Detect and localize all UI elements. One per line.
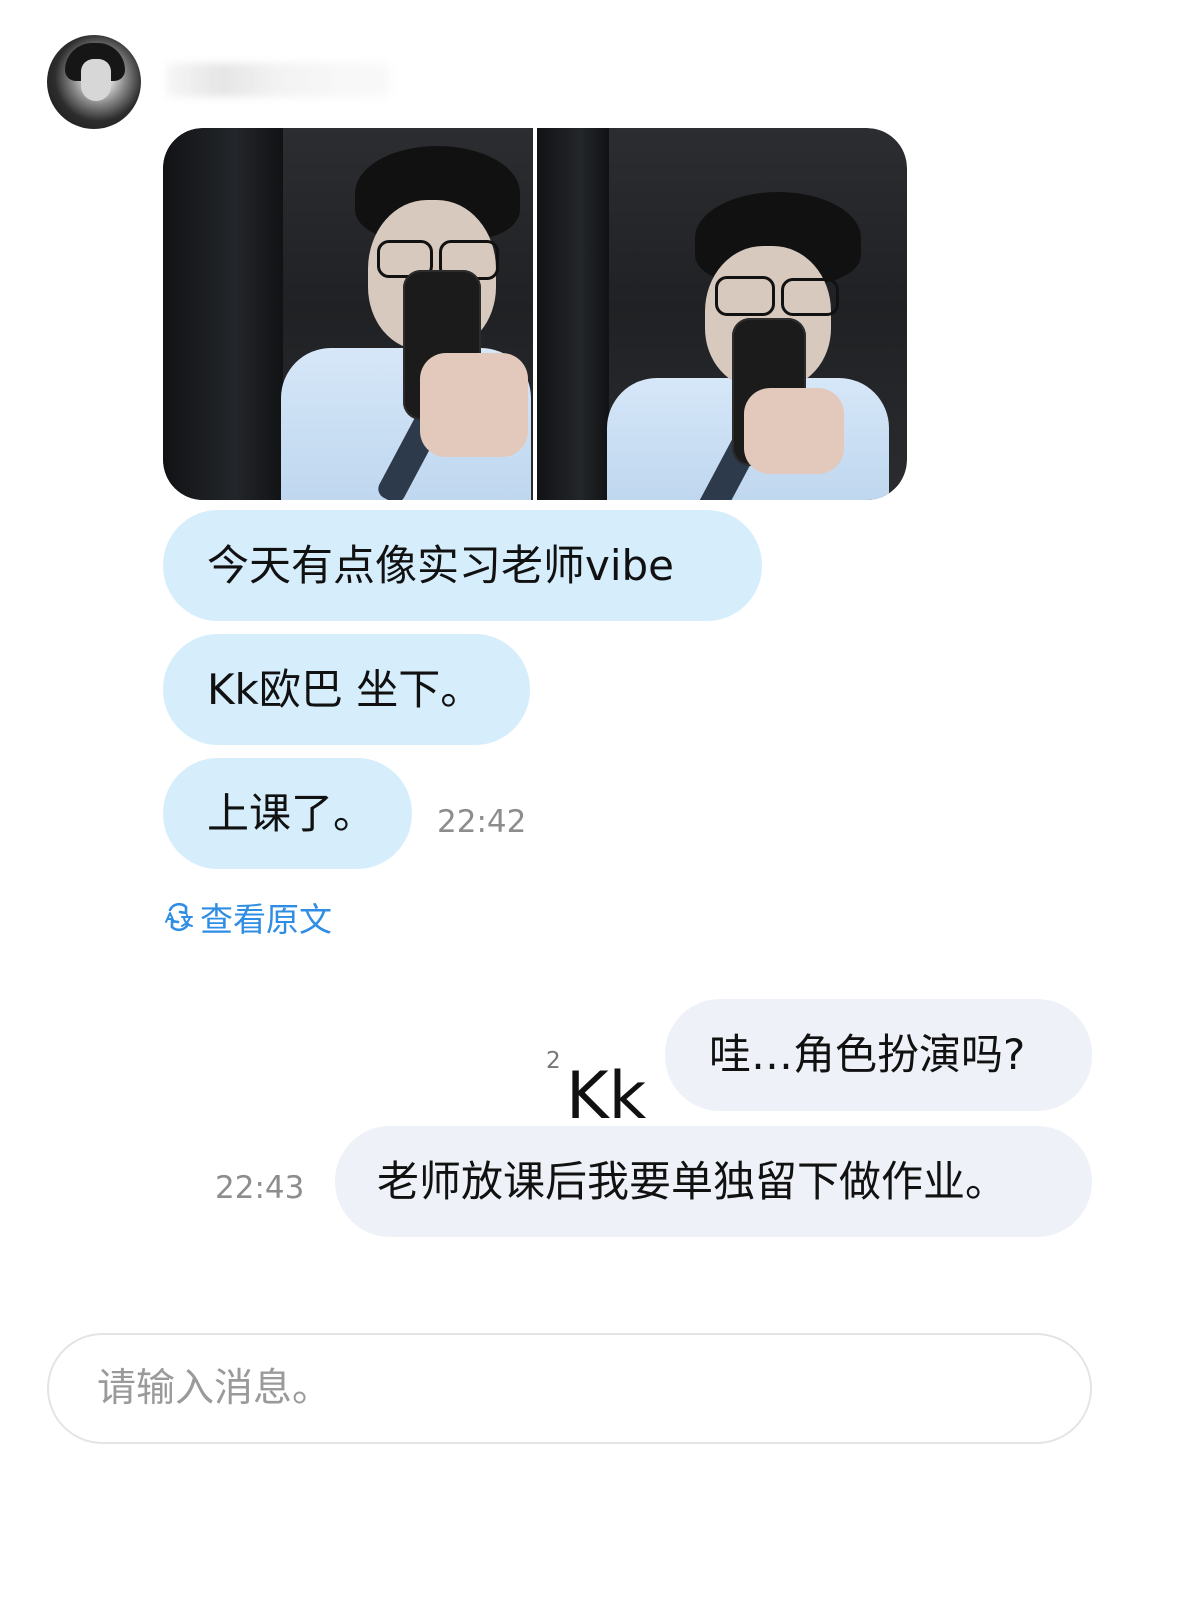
message-input-placeholder: 请输入消息。 xyxy=(97,1366,332,1411)
kk-superscript: 2 xyxy=(546,1048,561,1074)
outgoing-message-1-text: 哇…角色扮演吗? xyxy=(709,1030,1026,1079)
outgoing-message-2[interactable]: 老师放课后我要单独留下做作业。 xyxy=(335,1126,1092,1237)
photo-attachment-group[interactable] xyxy=(163,128,907,500)
incoming-timestamp: 22:42 xyxy=(437,804,527,840)
outgoing-message-2-text: 老师放课后我要单独留下做作业。 xyxy=(377,1156,1008,1206)
message-input[interactable]: 请输入消息。 xyxy=(47,1333,1092,1444)
kk-name-label: Kk xyxy=(566,1059,647,1134)
photo-attachment-left[interactable] xyxy=(163,128,533,500)
incoming-message-3-text: 上课了。 xyxy=(207,788,376,838)
incoming-message-1[interactable]: 今天有点像实习老师vibe xyxy=(163,510,762,621)
view-original-link[interactable]: 查看原文 xyxy=(162,900,332,939)
photo-glasses-right-lens-2 xyxy=(781,278,839,316)
view-original-label: 查看原文 xyxy=(200,900,332,939)
photo-glasses-right-lens-1 xyxy=(715,276,775,316)
avatar-face xyxy=(81,59,111,101)
photo-hand-left xyxy=(420,353,528,457)
photo-attachment-right[interactable] xyxy=(537,128,907,500)
outgoing-message-1[interactable]: 哇…角色扮演吗? xyxy=(665,999,1092,1111)
photo-mirror-frame-left xyxy=(163,128,283,500)
avatar[interactable] xyxy=(47,35,141,129)
incoming-message-1-text: 今天有点像实习老师vibe xyxy=(207,540,675,590)
incoming-message-3[interactable]: 上课了。 xyxy=(163,758,412,869)
incoming-message-2-text: Kk欧巴 坐下。 xyxy=(207,664,483,714)
outgoing-timestamp: 22:43 xyxy=(215,1170,305,1206)
translate-icon xyxy=(162,900,196,939)
photo-mirror-frame-right xyxy=(537,128,609,500)
blurred-username xyxy=(166,63,390,97)
photo-hand-right xyxy=(744,388,844,474)
incoming-message-2[interactable]: Kk欧巴 坐下。 xyxy=(163,634,530,745)
